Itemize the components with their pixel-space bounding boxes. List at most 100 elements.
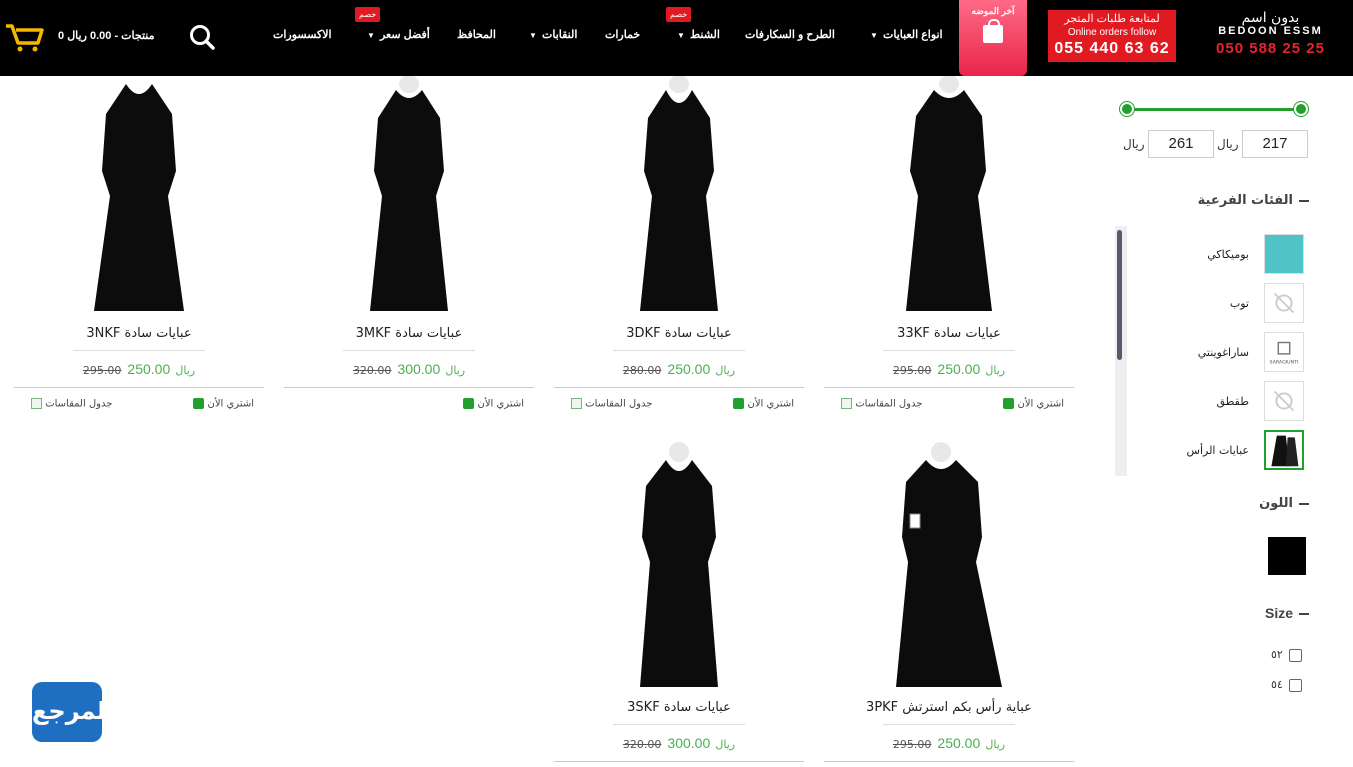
product-image[interactable] [354, 76, 464, 316]
divider [73, 350, 205, 351]
chevron-down-icon: ▼ [367, 31, 375, 40]
size-chart-button[interactable]: جدول المقاسات [838, 398, 922, 410]
size-title[interactable]: Size [1265, 605, 1309, 621]
product-image[interactable] [624, 442, 734, 690]
cart-summary[interactable]: 0 منتجات - 0.00 ريال [58, 29, 155, 42]
old-price: 320.00 [622, 738, 662, 751]
currency-label: ريال [1123, 137, 1145, 151]
product-image[interactable] [886, 442, 1012, 690]
nav-bags-label: الشنط [689, 29, 720, 41]
latest-fashion-button[interactable]: آخر الموضه [959, 0, 1027, 76]
product-name[interactable]: 3NKF عبايات سادة [14, 326, 264, 341]
new-price: 250.00 [937, 361, 981, 377]
price-slider-handle-min[interactable] [1294, 102, 1308, 116]
size-checkbox-52[interactable] [1289, 649, 1302, 662]
size-chart-label: جدول المقاسات [855, 398, 923, 410]
buy-now-button[interactable]: اشتري الأن [460, 398, 524, 410]
nav-khimars[interactable]: خمارات [605, 28, 640, 41]
old-price: 295.00 [82, 364, 122, 377]
table-icon [31, 398, 42, 409]
discount-badge: خصم [355, 7, 381, 22]
nav-best-price[interactable]: ▼ أفضل سعر [367, 28, 430, 41]
site-logo[interactable]: بدون اسم BEDOON ESSM 050 588 25 25 [1208, 11, 1333, 57]
orders-follow-box[interactable]: لمتابعة طلبات المتجر Online orders follo… [1048, 10, 1176, 62]
buy-now-button[interactable]: اشتري الأن [1000, 398, 1064, 410]
cart-icon [193, 398, 205, 409]
nav-khimars-label: خمارات [605, 29, 641, 41]
divider [554, 387, 804, 388]
nav-scarves[interactable]: الطرح و السكارفات [745, 28, 835, 41]
old-price: 295.00 [892, 738, 932, 751]
corner-site-logo[interactable]: المرجع [32, 682, 114, 742]
divider [824, 387, 1074, 388]
divider [883, 350, 1015, 351]
nav-niqabs-label: النقابات [541, 29, 578, 41]
nav-wallets[interactable]: المحافظ [457, 28, 496, 41]
product-image[interactable] [624, 76, 734, 316]
no-image-icon[interactable] [1264, 381, 1304, 421]
buy-now-button[interactable]: اشتري الأن [730, 398, 794, 410]
subcat-thumb-saragointi[interactable]: SARAGIUNTI [1264, 332, 1304, 372]
cart-icon[interactable] [4, 22, 44, 52]
product-price: 295.00 ريال 250.00 [824, 359, 1074, 378]
subcategories-scrollbar[interactable] [1115, 226, 1127, 476]
new-price: 250.00 [667, 361, 711, 377]
currency: ريال [985, 364, 1006, 377]
buy-now-label: اشتري الأن [1017, 398, 1064, 410]
divider [554, 761, 804, 762]
subcat-top[interactable]: توب [1230, 297, 1249, 310]
buy-now-button[interactable]: اشتري الأن [190, 398, 254, 410]
price-slider-handle-max[interactable] [1120, 102, 1134, 116]
old-price: 320.00 [352, 364, 392, 377]
size-title-text: Size [1264, 605, 1293, 621]
subcat-head-abayas[interactable]: عبايات الرأس [1187, 444, 1249, 457]
nav-niqabs[interactable]: ▼ النقابات [529, 28, 577, 41]
product-image[interactable] [894, 76, 1004, 316]
product-name[interactable]: 3SKF عبايات سادة [554, 700, 804, 715]
subcat-thumb-bumikaki[interactable] [1264, 234, 1304, 274]
size-chart-label: جدول المقاسات [45, 398, 113, 410]
product-name[interactable]: 3MKF عبايات سادة [284, 326, 534, 341]
nav-abayas[interactable]: ▼ انواع العبايات [870, 28, 943, 41]
product-price: 320.00 ريال 300.00 [554, 733, 804, 752]
product-price: 320.00 ريال 300.00 [284, 359, 534, 378]
subcat-thumb-head-abayas[interactable] [1264, 430, 1304, 470]
color-title[interactable]: اللون [1259, 496, 1309, 511]
product-name[interactable]: 3DKF عبايات سادة [554, 326, 804, 341]
subcat-saragointi[interactable]: ساراغوينتي [1198, 346, 1249, 359]
no-image-icon[interactable] [1264, 283, 1304, 323]
product-image[interactable] [84, 76, 194, 316]
size-chart-button[interactable]: جدول المقاسات [568, 398, 652, 410]
subcategories-title[interactable]: الفئات الفرعية [1198, 193, 1309, 208]
new-price: 300.00 [667, 735, 711, 751]
currency: ريال [445, 364, 466, 377]
nav-abayas-label: انواع العبايات [882, 29, 943, 41]
product-name[interactable]: 33KF عبايات سادة [824, 326, 1074, 341]
size-chart-button[interactable]: جدول المقاسات [28, 398, 112, 410]
price-max-input[interactable]: 261 [1148, 130, 1214, 158]
subcat-bumikaki[interactable]: بوميكاكي [1207, 248, 1249, 261]
scrollbar-thumb[interactable] [1117, 230, 1122, 360]
divider [824, 761, 1074, 762]
size-chart-label: جدول المقاسات [585, 398, 653, 410]
collapse-icon [1299, 502, 1309, 505]
subcat-taqtaq[interactable]: طقطق [1216, 395, 1249, 408]
logo-english: BEDOON ESSM [1218, 25, 1323, 37]
currency: ريال [175, 364, 196, 377]
price-min-input[interactable]: 217 [1242, 130, 1308, 158]
discount-badge: خصم [666, 7, 692, 22]
top-bar: بدون اسم BEDOON ESSM 050 588 25 25 لمتاب… [0, 0, 1353, 76]
buy-now-label: اشتري الأن [207, 398, 254, 410]
price-slider-track[interactable] [1127, 108, 1301, 111]
search-icon[interactable] [189, 24, 215, 50]
product-name[interactable]: 3PKF عباية رأس بكم استرتش [824, 700, 1074, 715]
nav-bags[interactable]: ▼ الشنط [677, 28, 720, 41]
size-checkbox-54[interactable] [1289, 679, 1302, 692]
nav-wallets-label: المحافظ [457, 29, 496, 41]
buy-now-label: اشتري الأن [477, 398, 524, 410]
new-price: 300.00 [397, 361, 441, 377]
divider [343, 350, 475, 351]
product-price: 295.00 ريال 250.00 [14, 359, 264, 378]
nav-accessories[interactable]: الاكسسورات [273, 28, 332, 41]
color-swatch-black[interactable] [1268, 537, 1306, 575]
